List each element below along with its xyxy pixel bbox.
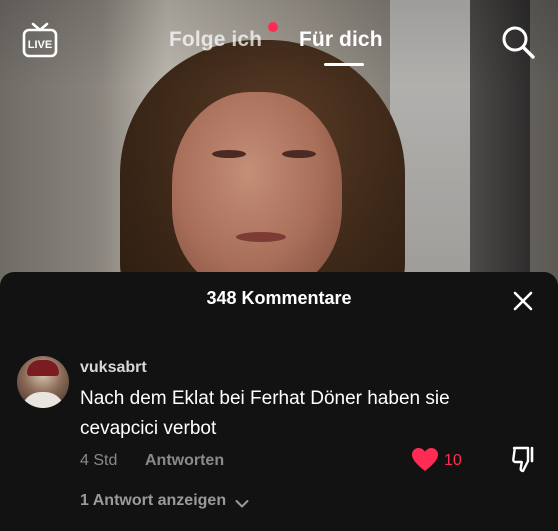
active-tab-indicator: [324, 63, 364, 66]
chevron-down-icon: [235, 496, 249, 508]
notification-dot: [268, 22, 278, 32]
comments-count-title: 348 Kommentare: [206, 288, 352, 308]
tab-following[interactable]: Folge ich: [169, 28, 262, 52]
heart-icon[interactable]: [412, 448, 438, 472]
show-replies-button[interactable]: 1 Antwort anzeigen: [80, 492, 249, 510]
tab-for-you[interactable]: Für dich: [299, 28, 383, 52]
thumbs-down-icon[interactable]: [511, 446, 537, 474]
avatar-body: [21, 392, 65, 408]
top-navigation: LIVE Folge ich Für dich: [0, 0, 558, 80]
comment-text: Nach dem Eklat bei Ferhat Döner haben si…: [80, 388, 450, 439]
close-icon[interactable]: [512, 290, 534, 312]
avatar-cap: [27, 360, 59, 376]
avatar[interactable]: [17, 356, 69, 408]
like-count: 10: [444, 452, 462, 469]
comments-sheet: 348 Kommentare vuksabrt Nach dem Eklat b…: [0, 272, 558, 531]
comment-timestamp: 4 Std: [80, 452, 118, 469]
search-icon[interactable]: [500, 24, 536, 60]
show-replies-label: 1 Antwort anzeigen: [80, 492, 227, 509]
comment-username[interactable]: vuksabrt: [80, 359, 147, 377]
reply-button[interactable]: Antworten: [145, 452, 224, 470]
svg-text:LIVE: LIVE: [28, 39, 52, 51]
live-tv-icon[interactable]: LIVE: [22, 22, 58, 58]
